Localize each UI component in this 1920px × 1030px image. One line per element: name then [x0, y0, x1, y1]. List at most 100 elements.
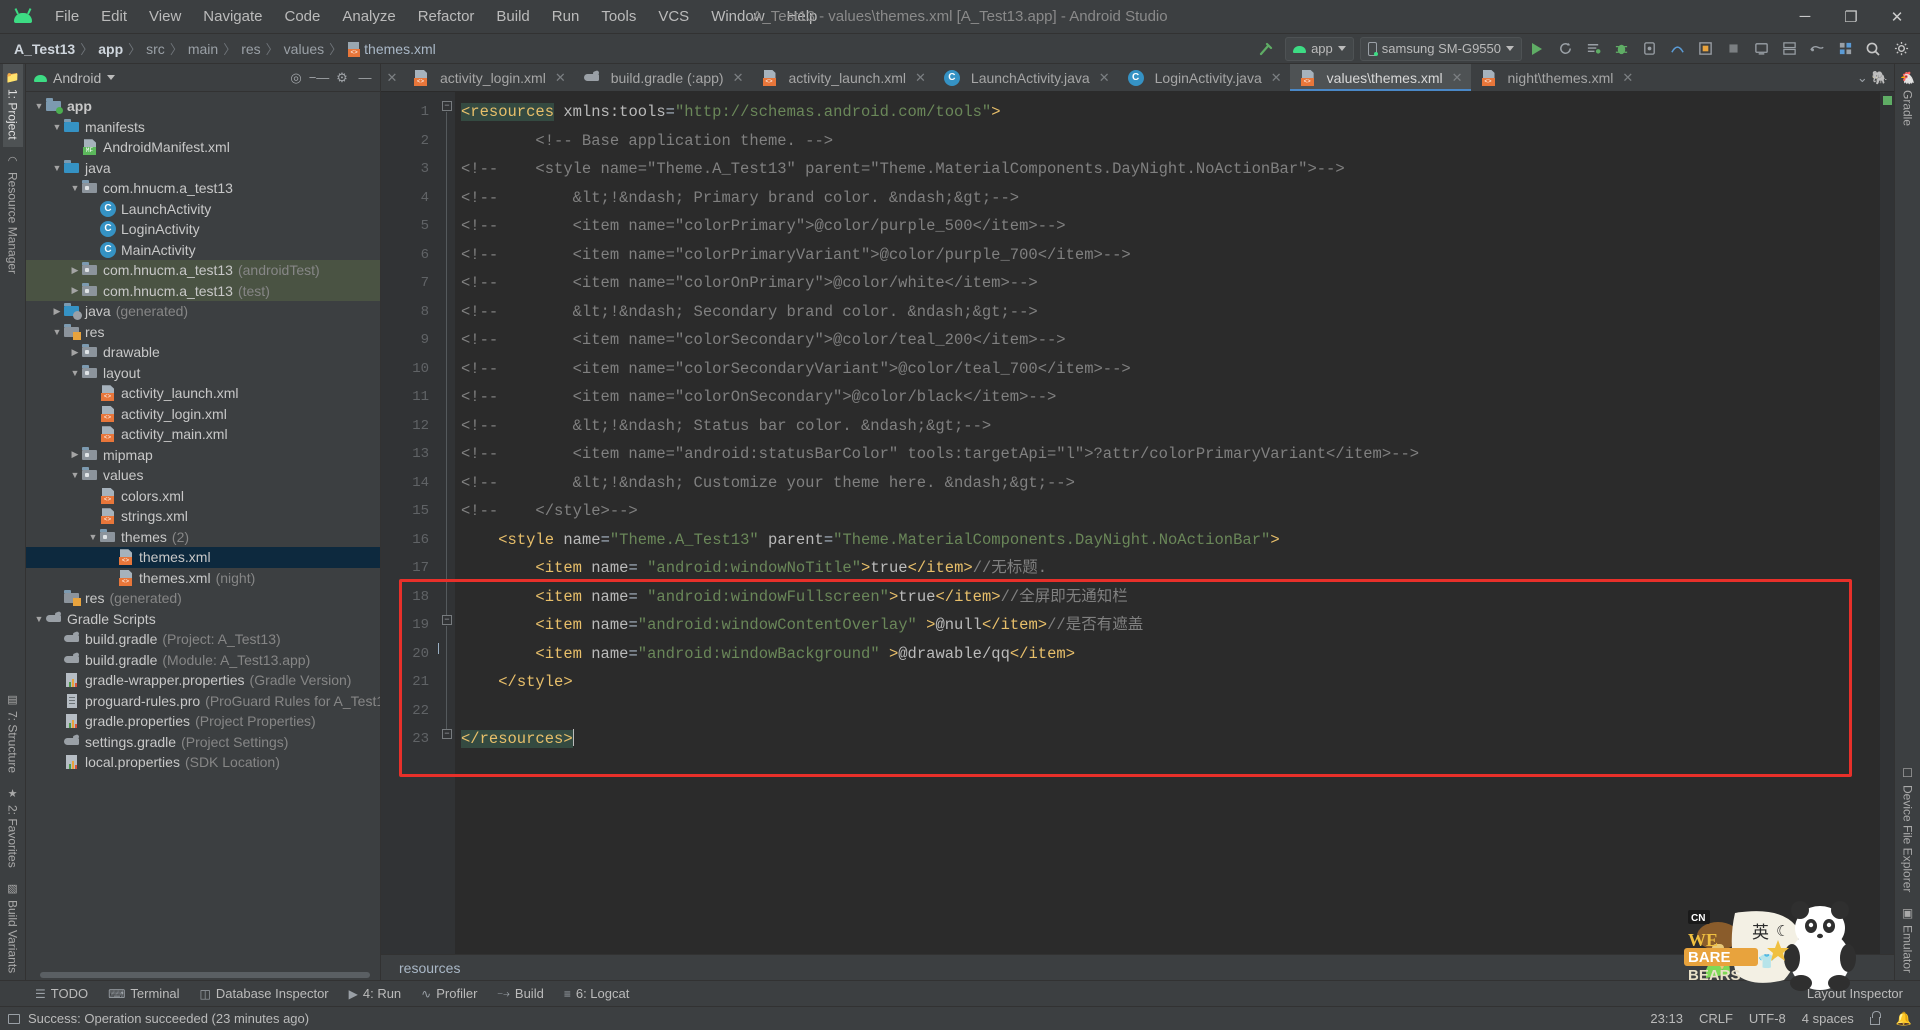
maximize-button[interactable]: ❐: [1828, 0, 1874, 34]
project-structure-icon[interactable]: [1832, 37, 1858, 61]
code-line[interactable]: <!-- <style name="Theme.A_Test13" parent…: [455, 155, 1880, 184]
close-icon[interactable]: ✕: [1452, 70, 1463, 86]
search-icon[interactable]: [1860, 37, 1886, 61]
settings-gear-icon[interactable]: [1888, 37, 1914, 61]
code-line[interactable]: <!-- Base application theme. -->: [455, 127, 1880, 156]
code-line[interactable]: <!-- <item name="colorOnSecondary">@colo…: [455, 383, 1880, 412]
tree-row[interactable]: proguard-rules.pro (ProGuard Rules for A_…: [26, 691, 380, 712]
code-line[interactable]: <!-- <item name="colorSecondary">@color/…: [455, 326, 1880, 355]
stop-icon[interactable]: [1720, 37, 1746, 61]
chevron-down-icon[interactable]: ▼: [68, 368, 82, 378]
sidebar-item-build-variants[interactable]: ▧ Build Variants: [3, 875, 23, 980]
tree-row[interactable]: gradle-wrapper.properties (Gradle Version…: [26, 670, 380, 691]
breadcrumb-item-values[interactable]: values: [280, 40, 328, 58]
code-line[interactable]: <!-- &lt;!&ndash; Customize your theme h…: [455, 469, 1880, 498]
project-tree[interactable]: ▼ app ▼ manifests MF AndroidManifest.xml ▼ java…: [26, 92, 380, 970]
tree-row[interactable]: ▼ com.hnucm.a_test13: [26, 178, 380, 199]
code-line[interactable]: <!-- </style>-->: [455, 497, 1880, 526]
fold-marker-line1[interactable]: −: [442, 101, 452, 111]
layout-inspector-icon[interactable]: [1692, 37, 1718, 61]
menu-file[interactable]: File: [44, 4, 90, 29]
breadcrumb-item-app[interactable]: app: [94, 40, 127, 58]
avd-manager-icon[interactable]: [1748, 37, 1774, 61]
tree-row[interactable]: ▼ layout: [26, 363, 380, 384]
editor-tab[interactable]: C LaunchActivity.java ✕: [934, 64, 1118, 91]
tree-row[interactable]: ▶ drawable: [26, 342, 380, 363]
tool-window-terminal[interactable]: ⌨ Terminal: [99, 984, 188, 1003]
run-icon[interactable]: [1524, 37, 1550, 61]
chevron-down-icon[interactable]: ▼: [86, 532, 100, 542]
code-line[interactable]: <item name= "android:windowNoTitle">true…: [455, 554, 1880, 583]
tree-row[interactable]: gradle.properties (Project Properties): [26, 711, 380, 732]
chevron-right-icon[interactable]: ▶: [68, 285, 82, 296]
settings-gear-icon[interactable]: ⚙: [331, 67, 353, 89]
chevron-down-icon[interactable]: ▼: [50, 163, 64, 173]
event-log-icon[interactable]: [8, 1013, 20, 1024]
chevron-down-icon[interactable]: ▼: [68, 183, 82, 193]
code-line[interactable]: <!-- <item name="colorSecondaryVariant">…: [455, 355, 1880, 384]
menu-refactor[interactable]: Refactor: [407, 4, 486, 29]
tree-row[interactable]: build.gradle (Module: A_Test13.app): [26, 650, 380, 671]
editor-tab[interactable]: C LoginActivity.java ✕: [1118, 64, 1290, 91]
module-selector[interactable]: app: [1285, 36, 1354, 61]
editor-tab-bar[interactable]: ✕ <> activity_login.xml ✕ build.gradle (:app…: [381, 64, 1894, 92]
file-encoding[interactable]: UTF-8: [1749, 1011, 1786, 1026]
code-line[interactable]: <item name= "android:windowFullscreen">t…: [455, 583, 1880, 612]
breadcrumb-item-res[interactable]: res: [237, 40, 264, 58]
tree-row[interactable]: ▶ com.hnucm.a_test13 (androidTest): [26, 260, 380, 281]
close-icon[interactable]: ✕: [381, 64, 403, 91]
breadcrumb-item-src[interactable]: src: [142, 40, 169, 58]
tree-row[interactable]: <> activity_login.xml: [26, 404, 380, 425]
editor-marker-bar[interactable]: [1880, 92, 1894, 954]
code-line[interactable]: [455, 697, 1880, 726]
profiler-icon[interactable]: [1664, 37, 1690, 61]
line-separator[interactable]: CRLF: [1699, 1011, 1733, 1026]
chevron-down-icon[interactable]: ▼: [50, 327, 64, 337]
menu-vcs[interactable]: VCS: [647, 4, 700, 29]
menu-window[interactable]: Window: [700, 4, 775, 29]
sidebar-item-gradle[interactable]: 🐔 Gradle: [1897, 64, 1918, 133]
chevron-down-icon[interactable]: ▼: [50, 122, 64, 132]
menu-code[interactable]: Code: [273, 4, 331, 29]
tree-row[interactable]: local.properties (SDK Location): [26, 752, 380, 773]
gradle-elephant-icon[interactable]: 🐘: [1872, 70, 1888, 86]
menu-navigate[interactable]: Navigate: [192, 4, 273, 29]
tool-window-run[interactable]: ▶ 4: Run: [340, 984, 411, 1003]
tree-row[interactable]: ▼ manifests: [26, 117, 380, 138]
code-line[interactable]: <style name="Theme.A_Test13" parent="The…: [455, 526, 1880, 555]
fold-marker-line21[interactable]: −: [442, 729, 452, 739]
tool-window-database-inspector[interactable]: ◫ Database Inspector: [191, 984, 338, 1003]
debug-icon[interactable]: [1608, 37, 1634, 61]
caret-position[interactable]: 23:13: [1650, 1011, 1683, 1026]
tree-row[interactable]: settings.gradle (Project Settings): [26, 732, 380, 753]
sync-gradle-icon[interactable]: [1804, 37, 1830, 61]
sidebar-item-structure[interactable]: ▤ 7: Structure: [3, 686, 23, 780]
scroll-from-source-icon[interactable]: ◎: [285, 67, 307, 89]
code-line[interactable]: <item name="android:windowContentOverlay…: [455, 611, 1880, 640]
editor-breadcrumb-bottom[interactable]: resources: [381, 954, 1894, 980]
sdk-manager-icon[interactable]: [1776, 37, 1802, 61]
tree-row[interactable]: <> colors.xml: [26, 486, 380, 507]
code-line[interactable]: <!-- <item name="colorOnPrimary">@color/…: [455, 269, 1880, 298]
close-icon[interactable]: ✕: [915, 70, 926, 86]
tree-row[interactable]: ▼ java: [26, 158, 380, 179]
minimize-button[interactable]: ─: [1782, 0, 1828, 34]
collapse-all-icon[interactable]: −—: [308, 67, 330, 89]
breadcrumb-item-project[interactable]: A_Test13: [10, 40, 79, 58]
tree-row[interactable]: ▼ app: [26, 96, 380, 117]
code-folding-column[interactable]: − − −: [439, 92, 455, 954]
code-line[interactable]: </resources>: [455, 725, 1880, 754]
close-icon[interactable]: ✕: [555, 70, 566, 86]
tree-row[interactable]: ▼ res: [26, 322, 380, 343]
chevron-right-icon[interactable]: ▶: [68, 265, 82, 276]
notification-icon[interactable]: 🔔: [1896, 1011, 1912, 1027]
tree-row[interactable]: C LaunchActivity: [26, 199, 380, 220]
indent-setting[interactable]: 4 spaces: [1802, 1011, 1854, 1026]
close-icon[interactable]: ✕: [1622, 70, 1633, 86]
tree-row[interactable]: res (generated): [26, 588, 380, 609]
code-content[interactable]: <resources xmlns:tools="http://schemas.a…: [455, 92, 1880, 954]
tree-row[interactable]: C LoginActivity: [26, 219, 380, 240]
code-editor[interactable]: 1 2 3 4 5 6 7 8 9 10 11 12 13 14 15 16 17 18 19 20 21 22 23 − …: [381, 92, 1894, 954]
chevron-right-icon[interactable]: ▶: [50, 306, 64, 317]
menu-analyze[interactable]: Analyze: [331, 4, 406, 29]
